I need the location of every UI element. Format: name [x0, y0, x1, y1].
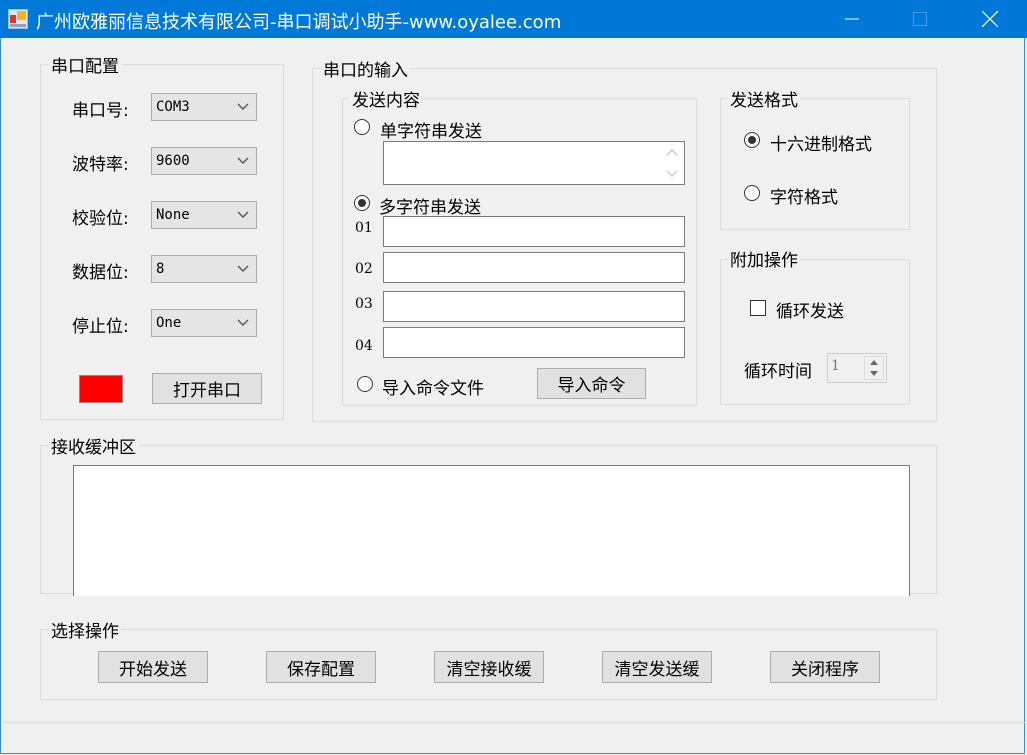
clear-receive-button[interactable]: 清空接收缓: [434, 651, 544, 683]
multi-string-input-02[interactable]: [383, 252, 685, 283]
row-number: 02: [355, 261, 373, 277]
stopbits-select[interactable]: One: [151, 309, 257, 337]
maximize-button[interactable]: [886, 0, 954, 38]
row-number: 03: [355, 296, 373, 312]
loop-send-label: 循环发送: [776, 302, 844, 322]
minimize-icon: [845, 18, 859, 20]
window-title: 广州欧雅丽信息技术有限公司-串口调试小助手-www.oyalee.com: [36, 12, 562, 33]
port-label: 串口号:: [72, 101, 129, 121]
single-string-input[interactable]: [383, 141, 685, 185]
multi-string-input-04[interactable]: [383, 327, 685, 358]
chevron-down-icon: [237, 265, 249, 272]
serial-config-label: 串口配置: [49, 52, 121, 77]
maximize-icon: [913, 12, 927, 26]
chevron-down-icon: [237, 103, 249, 110]
send-format-label: 发送格式: [728, 86, 800, 111]
title-bar: 广州欧雅丽信息技术有限公司-串口调试小助手-www.oyalee.com: [0, 0, 1027, 38]
close-button[interactable]: [956, 0, 1024, 38]
extra-ops-group: [720, 259, 910, 405]
operations-label: 选择操作: [49, 617, 121, 642]
port-select[interactable]: COM3: [151, 93, 257, 121]
single-string-radio[interactable]: [354, 119, 370, 135]
close-icon: [982, 11, 998, 27]
chevron-down-icon: [237, 157, 249, 164]
loop-time-spinner[interactable]: 1: [827, 353, 887, 383]
multi-string-radio[interactable]: [354, 195, 370, 211]
chevron-down-icon: [237, 319, 249, 326]
multi-string-input-01[interactable]: [383, 216, 685, 247]
parity-label: 校验位:: [72, 209, 129, 229]
multi-string-input-03[interactable]: [383, 291, 685, 322]
scroll-arrows-icon[interactable]: [666, 146, 678, 180]
databits-value: 8: [156, 261, 165, 277]
databits-select[interactable]: 8: [151, 255, 257, 283]
port-value: COM3: [156, 99, 190, 115]
hex-format-radio[interactable]: [744, 132, 760, 148]
stopbits-label: 停止位:: [72, 317, 129, 337]
start-send-button[interactable]: 开始发送: [98, 651, 208, 683]
parity-select[interactable]: None: [151, 201, 257, 229]
receive-buffer-textarea[interactable]: [73, 465, 910, 596]
multi-string-label: 多字符串发送: [379, 198, 481, 218]
parity-value: None: [156, 207, 190, 223]
import-file-radio[interactable]: [357, 376, 373, 392]
open-port-button[interactable]: 打开串口: [152, 373, 262, 404]
single-string-label: 单字符串发送: [380, 122, 482, 142]
row-number: 04: [355, 338, 373, 354]
chevron-down-icon: [237, 211, 249, 218]
radio-selected-dot: [748, 136, 756, 144]
extra-ops-label: 附加操作: [728, 246, 800, 271]
loop-send-checkbox[interactable]: [750, 300, 766, 316]
import-command-button[interactable]: 导入命令: [537, 368, 646, 399]
row-number: 01: [355, 220, 373, 236]
import-file-label: 导入命令文件: [382, 379, 484, 399]
baud-value: 9600: [156, 153, 190, 169]
char-format-label: 字符格式: [770, 188, 838, 208]
serial-input-label: 串口的输入: [321, 56, 410, 81]
spinner-arrows-icon[interactable]: [864, 356, 884, 380]
save-config-button[interactable]: 保存配置: [266, 651, 376, 683]
clear-send-button[interactable]: 清空发送缓: [602, 651, 712, 683]
port-status-indicator: [79, 375, 123, 403]
status-bar-divider: [2, 722, 1025, 723]
radio-selected-dot: [358, 199, 366, 207]
app-icon: [8, 9, 28, 29]
loop-time-value: 1: [831, 358, 840, 374]
char-format-radio[interactable]: [744, 185, 760, 201]
close-program-button[interactable]: 关闭程序: [770, 651, 880, 683]
hex-format-label: 十六进制格式: [770, 135, 872, 155]
receive-buffer-label: 接收缓冲区: [49, 433, 138, 458]
stopbits-value: One: [156, 315, 182, 331]
minimize-button[interactable]: [818, 0, 886, 38]
send-content-label: 发送内容: [350, 86, 422, 111]
loop-time-label: 循环时间: [744, 362, 812, 382]
databits-label: 数据位:: [72, 263, 129, 283]
send-format-group: [720, 98, 910, 230]
baud-select[interactable]: 9600: [151, 147, 257, 175]
baud-label: 波特率:: [72, 155, 129, 175]
